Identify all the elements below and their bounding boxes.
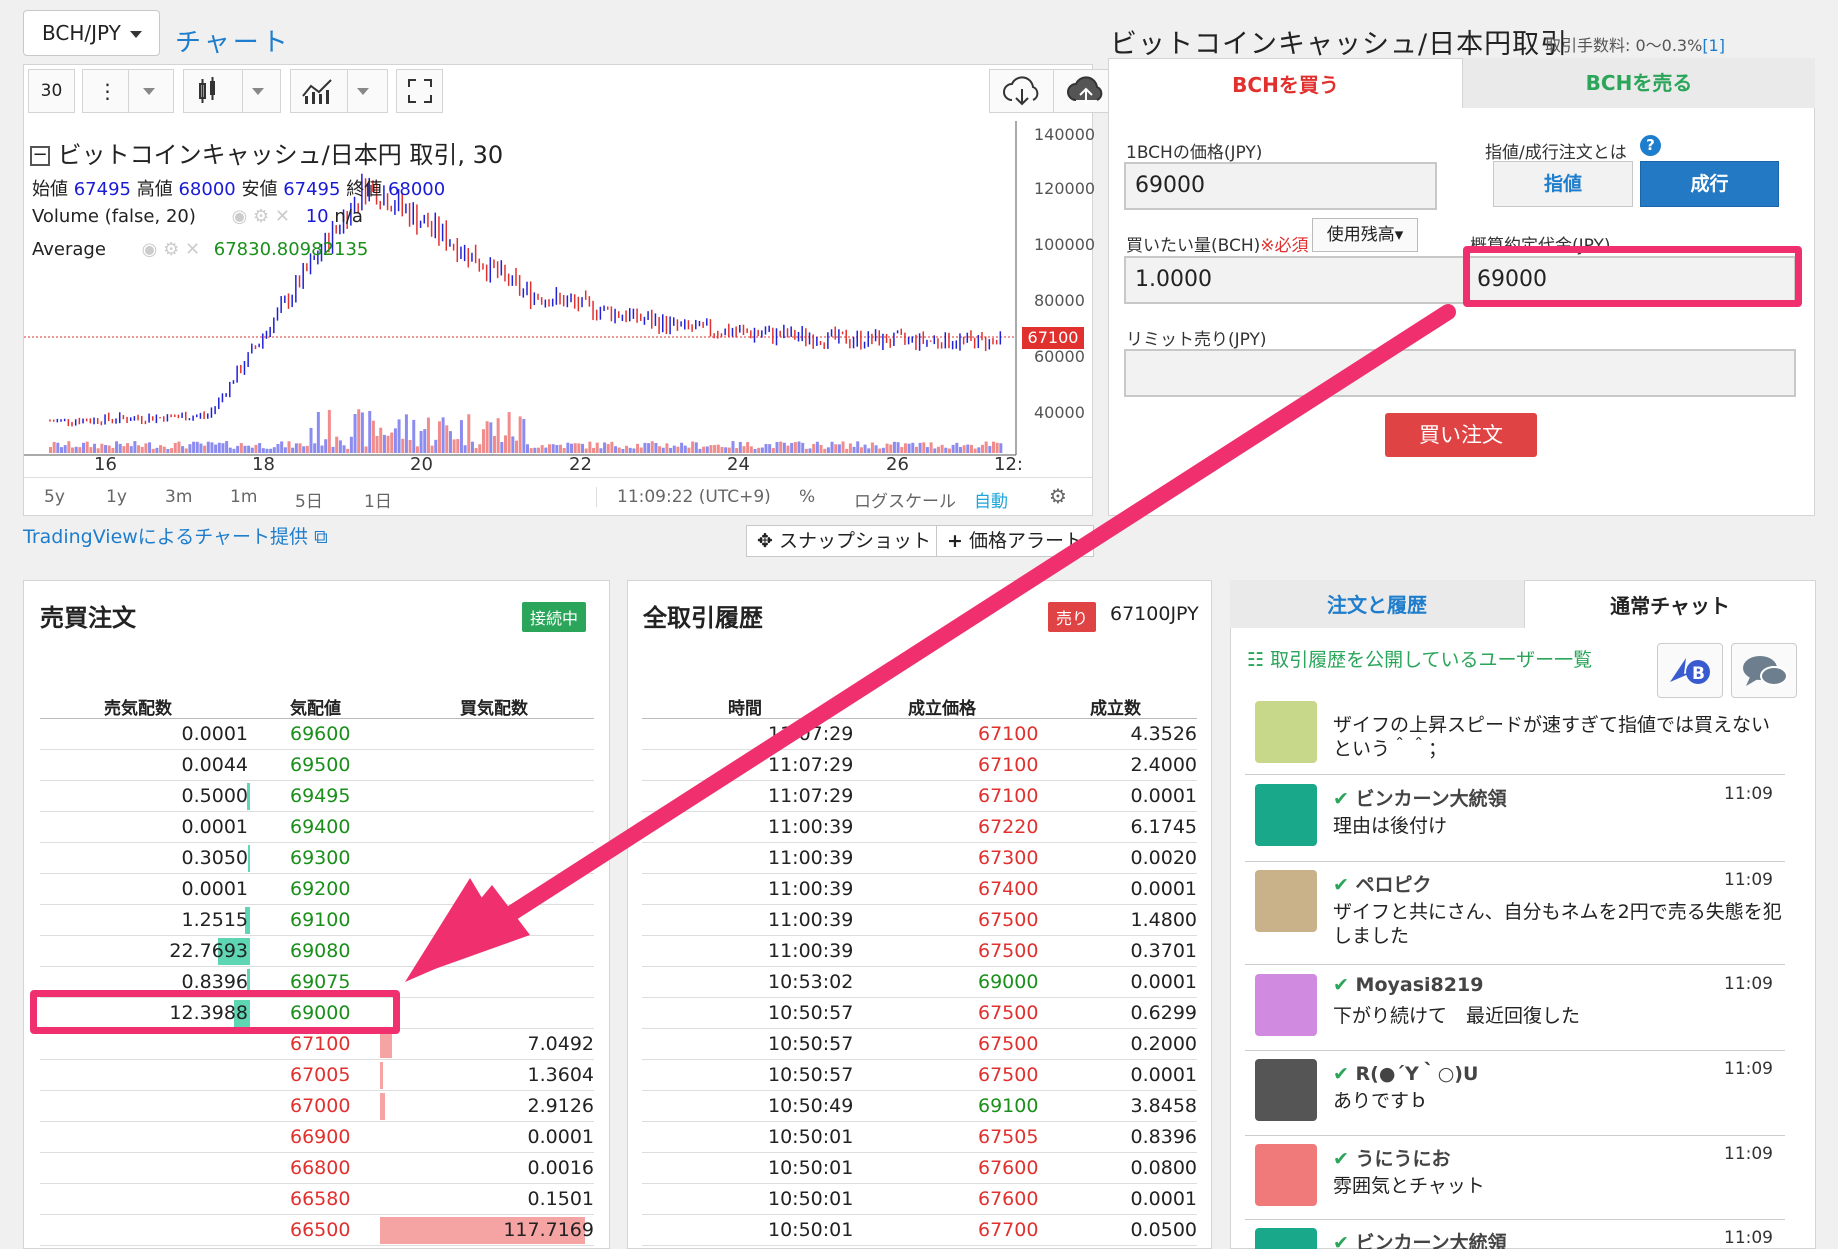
annotation-arrow [405,304,1456,982]
